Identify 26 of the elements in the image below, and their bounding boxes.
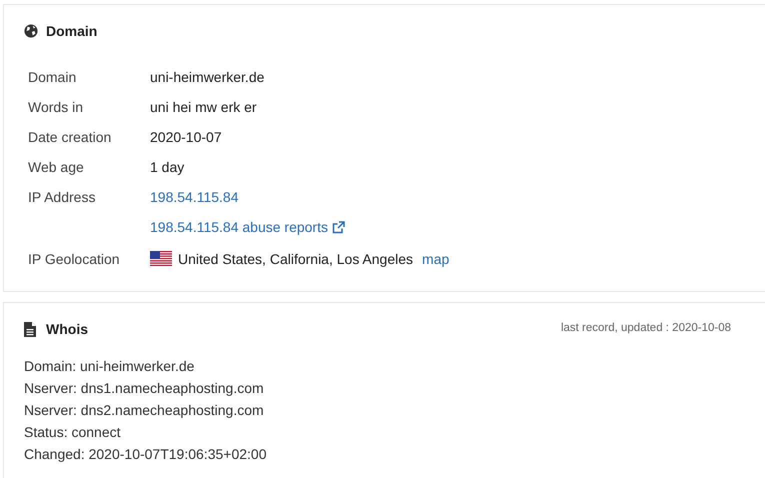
panel-title: Whois bbox=[46, 320, 88, 338]
field-value: uni-heimwerker.de bbox=[150, 68, 264, 86]
field-label: IP Address bbox=[28, 188, 96, 204]
geolocation-value: United States, California, Los Angeles bbox=[178, 250, 414, 269]
whois-line: Changed: 2020-10-07T19:06:35+02:00 bbox=[24, 445, 268, 464]
whois-line: Domain: uni-heimwerker.de bbox=[24, 357, 196, 376]
map-link[interactable]: map bbox=[422, 248, 450, 270]
ip-link[interactable]: 198.54.115.84 bbox=[150, 186, 238, 208]
document-icon bbox=[24, 322, 36, 336]
us-flag-icon bbox=[150, 251, 172, 267]
whois-line: Nserver: dns1.namecheaphosting.com bbox=[24, 379, 265, 398]
field-label: Domain bbox=[28, 68, 76, 84]
whois-line: Nserver: dns2.namecheaphosting.com bbox=[24, 401, 265, 420]
updated-note: last record, updated : 2020-10-08 bbox=[560, 321, 731, 336]
field-label: IP Geolocation bbox=[28, 250, 120, 266]
panel-title: Domain bbox=[46, 22, 98, 40]
whois-line: Status: connect bbox=[24, 423, 122, 442]
field-label: Web age bbox=[28, 158, 84, 174]
field-label: Date creation bbox=[28, 128, 112, 144]
field-value: 2020-10-07 bbox=[150, 128, 222, 146]
abuse-reports-link[interactable]: 198.54.115.84 abuse reports bbox=[150, 216, 345, 238]
field-label: Words in bbox=[28, 98, 83, 114]
globe-icon bbox=[24, 24, 38, 38]
field-value: uni hei mw erk er bbox=[150, 98, 257, 116]
field-value: 1 day bbox=[150, 158, 184, 177]
external-link-icon bbox=[332, 220, 345, 234]
